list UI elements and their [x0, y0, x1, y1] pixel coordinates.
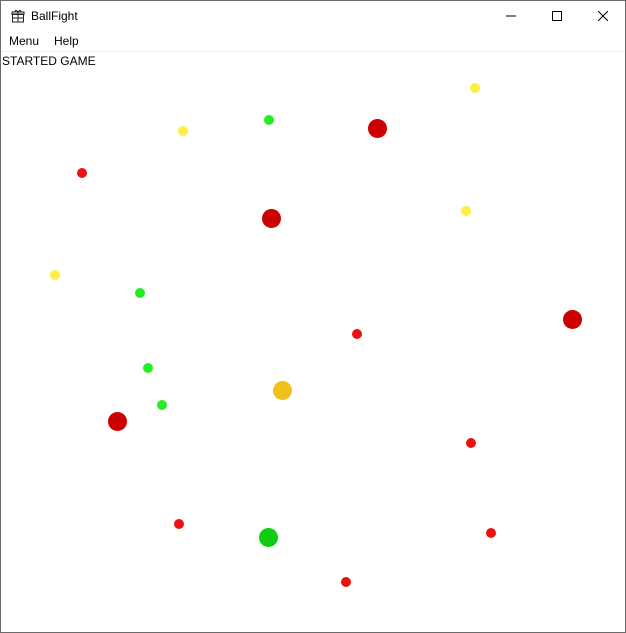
game-canvas[interactable]: STARTED GAME	[1, 52, 625, 632]
game-status: STARTED GAME	[2, 54, 96, 68]
big-yellow-ball	[272, 380, 292, 400]
dark-red-ball	[562, 309, 582, 329]
title-bar[interactable]: BallFight	[1, 1, 625, 32]
yellow-ball	[50, 270, 60, 280]
menu-bar: Menu Help	[1, 32, 625, 52]
menu-item-menu[interactable]: Menu	[8, 34, 40, 49]
yellow-ball	[461, 206, 471, 216]
red-ball	[174, 519, 184, 529]
close-button[interactable]	[580, 1, 626, 32]
maximize-button[interactable]	[534, 1, 580, 32]
green-ball	[157, 400, 167, 410]
minimize-button[interactable]	[488, 1, 534, 32]
green-ball	[135, 288, 145, 298]
green-ball	[264, 115, 274, 125]
red-ball	[341, 577, 351, 587]
big-green-ball	[258, 527, 278, 547]
close-icon	[597, 8, 609, 26]
red-ball	[352, 329, 362, 339]
yellow-ball	[178, 126, 188, 136]
dark-red-ball	[107, 411, 127, 431]
red-ball	[486, 528, 496, 538]
red-ball	[77, 168, 87, 178]
yellow-ball	[470, 83, 480, 93]
app-window: BallFight Menu Help STARTED GAME	[0, 0, 626, 633]
red-ball	[466, 438, 476, 448]
dark-red-ball	[367, 118, 387, 138]
green-ball	[143, 363, 153, 373]
minimize-icon	[506, 8, 516, 26]
menu-item-help[interactable]: Help	[53, 34, 80, 49]
app-gift-icon	[11, 9, 25, 23]
window-title: BallFight	[31, 9, 78, 23]
maximize-icon	[552, 8, 562, 26]
dark-red-ball	[261, 208, 281, 228]
